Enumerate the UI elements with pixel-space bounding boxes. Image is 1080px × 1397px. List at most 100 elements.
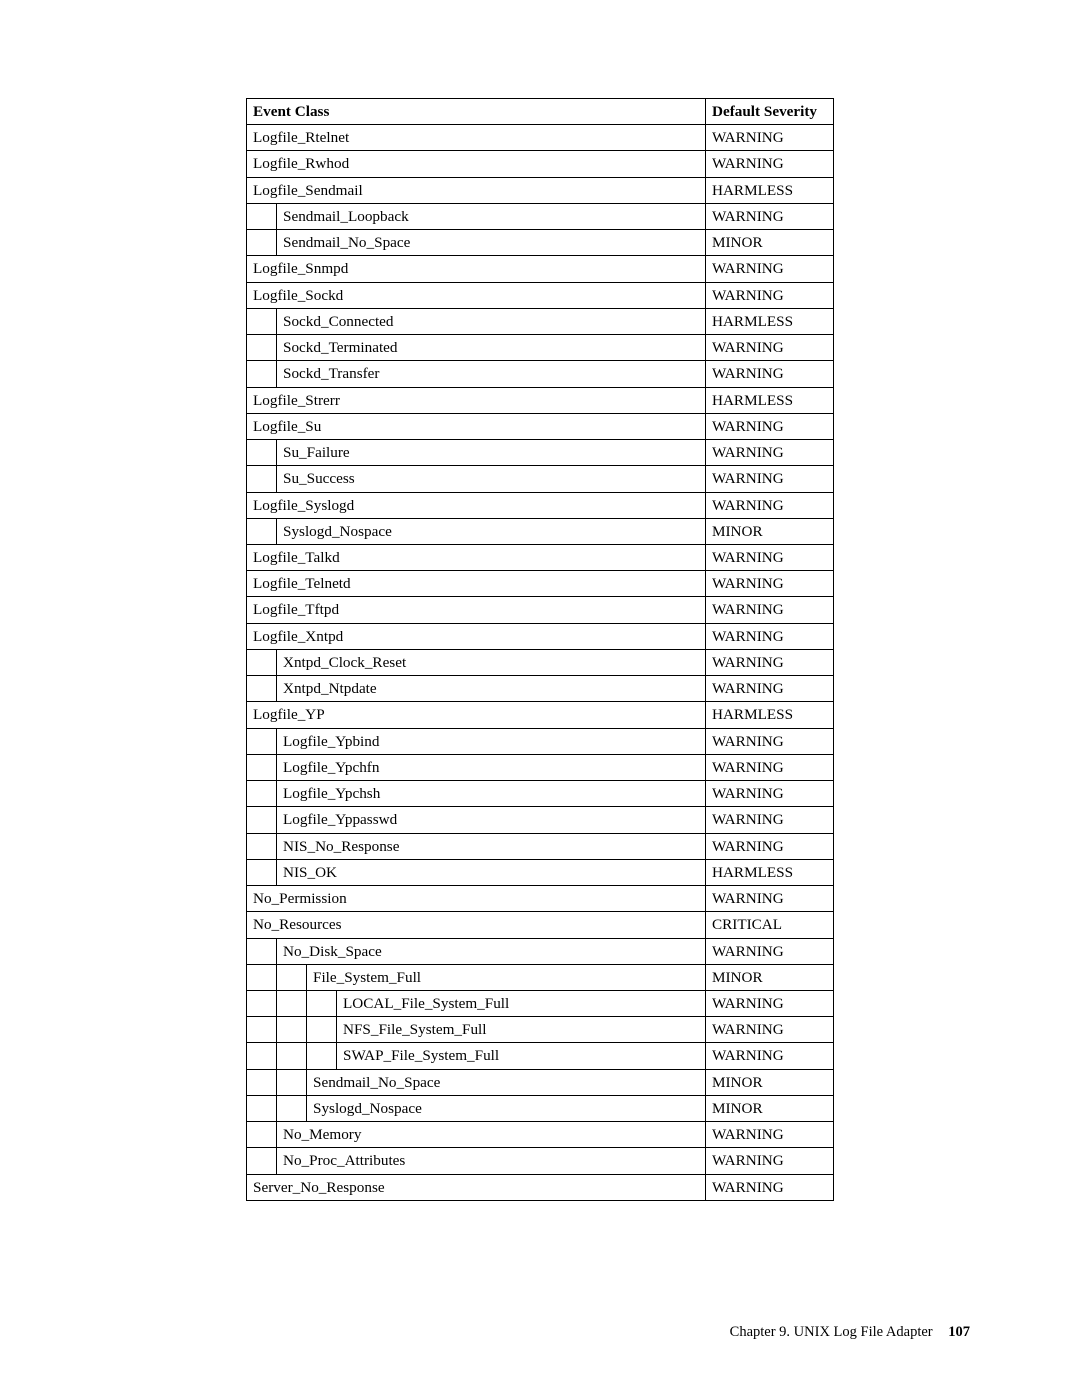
- indent-cell: [247, 990, 277, 1016]
- table-row: Syslogd_NospaceMINOR: [247, 518, 834, 544]
- table-row: Logfile_TalkdWARNING: [247, 544, 834, 570]
- event-class-cell: Logfile_Yppasswd: [277, 807, 706, 833]
- severity-cell: WARNING: [706, 623, 834, 649]
- indent-cell: [247, 728, 277, 754]
- event-class-cell: Logfile_Telnetd: [247, 571, 706, 597]
- indent-cell: [247, 833, 277, 859]
- event-class-cell: Sendmail_No_Space: [277, 230, 706, 256]
- severity-cell: WARNING: [706, 125, 834, 151]
- severity-cell: MINOR: [706, 230, 834, 256]
- indent-cell: [247, 466, 277, 492]
- event-class-cell: Sockd_Terminated: [277, 335, 706, 361]
- event-class-cell: Server_No_Response: [247, 1174, 706, 1200]
- table-row: Server_No_ResponseWARNING: [247, 1174, 834, 1200]
- event-class-cell: Sendmail_Loopback: [277, 203, 706, 229]
- severity-cell: WARNING: [706, 1174, 834, 1200]
- severity-cell: WARNING: [706, 833, 834, 859]
- severity-cell: MINOR: [706, 1095, 834, 1121]
- indent-cell: [247, 335, 277, 361]
- table-row: Xntpd_Clock_ResetWARNING: [247, 649, 834, 675]
- severity-cell: WARNING: [706, 649, 834, 675]
- indent-cell: [247, 1122, 277, 1148]
- severity-cell: MINOR: [706, 964, 834, 990]
- table-row: No_ResourcesCRITICAL: [247, 912, 834, 938]
- event-class-cell: Syslogd_Nospace: [277, 518, 706, 544]
- severity-cell: WARNING: [706, 466, 834, 492]
- event-class-cell: No_Resources: [247, 912, 706, 938]
- severity-cell: WARNING: [706, 1017, 834, 1043]
- event-class-cell: No_Proc_Attributes: [277, 1148, 706, 1174]
- table-row: Su_SuccessWARNING: [247, 466, 834, 492]
- table-row: Sendmail_No_SpaceMINOR: [247, 1069, 834, 1095]
- indent-cell: [307, 1017, 337, 1043]
- header-default-severity: Default Severity: [706, 99, 834, 125]
- table-row: Sendmail_No_SpaceMINOR: [247, 230, 834, 256]
- footer-page-number: 107: [948, 1324, 970, 1340]
- event-class-cell: Logfile_Ypchsh: [277, 781, 706, 807]
- table-row: Logfile_SnmpdWARNING: [247, 256, 834, 282]
- indent-cell: [277, 1017, 307, 1043]
- table-row: File_System_FullMINOR: [247, 964, 834, 990]
- event-class-cell: Syslogd_Nospace: [307, 1095, 706, 1121]
- event-class-cell: Su_Success: [277, 466, 706, 492]
- table-row: Logfile_YpbindWARNING: [247, 728, 834, 754]
- severity-cell: CRITICAL: [706, 912, 834, 938]
- table-row: No_PermissionWARNING: [247, 886, 834, 912]
- table-row: Sockd_TerminatedWARNING: [247, 335, 834, 361]
- event-class-cell: Logfile_Strerr: [247, 387, 706, 413]
- severity-cell: HARMLESS: [706, 177, 834, 203]
- table-row: Logfile_YpchfnWARNING: [247, 754, 834, 780]
- table-row: LOCAL_File_System_FullWARNING: [247, 990, 834, 1016]
- severity-cell: WARNING: [706, 886, 834, 912]
- event-class-cell: Logfile_Talkd: [247, 544, 706, 570]
- severity-cell: WARNING: [706, 754, 834, 780]
- severity-cell: WARNING: [706, 571, 834, 597]
- indent-cell: [247, 1069, 277, 1095]
- table-row: Logfile_YppasswdWARNING: [247, 807, 834, 833]
- severity-cell: HARMLESS: [706, 308, 834, 334]
- severity-cell: WARNING: [706, 728, 834, 754]
- severity-cell: WARNING: [706, 282, 834, 308]
- severity-cell: WARNING: [706, 676, 834, 702]
- indent-cell: [247, 938, 277, 964]
- event-class-cell: Logfile_Rtelnet: [247, 125, 706, 151]
- severity-cell: WARNING: [706, 781, 834, 807]
- table-row: Logfile_SyslogdWARNING: [247, 492, 834, 518]
- event-class-cell: Sockd_Connected: [277, 308, 706, 334]
- event-class-cell: Logfile_Syslogd: [247, 492, 706, 518]
- indent-cell: [247, 308, 277, 334]
- severity-cell: WARNING: [706, 1122, 834, 1148]
- table-row: No_Proc_AttributesWARNING: [247, 1148, 834, 1174]
- indent-cell: [247, 781, 277, 807]
- severity-cell: WARNING: [706, 151, 834, 177]
- table-row: Syslogd_NospaceMINOR: [247, 1095, 834, 1121]
- table-row: Logfile_XntpdWARNING: [247, 623, 834, 649]
- severity-cell: WARNING: [706, 361, 834, 387]
- event-class-cell: Logfile_Snmpd: [247, 256, 706, 282]
- indent-cell: [247, 1148, 277, 1174]
- event-class-table: Event Class Default Severity Logfile_Rte…: [246, 98, 834, 1201]
- table-row: NIS_No_ResponseWARNING: [247, 833, 834, 859]
- table-row: Logfile_SockdWARNING: [247, 282, 834, 308]
- table-row: Logfile_TelnetdWARNING: [247, 571, 834, 597]
- table-row: Logfile_SendmailHARMLESS: [247, 177, 834, 203]
- event-class-cell: NIS_No_Response: [277, 833, 706, 859]
- table-row: Su_FailureWARNING: [247, 440, 834, 466]
- event-class-cell: Logfile_Sockd: [247, 282, 706, 308]
- event-class-cell: Logfile_Su: [247, 413, 706, 439]
- indent-cell: [247, 754, 277, 780]
- severity-cell: HARMLESS: [706, 702, 834, 728]
- table-row: NIS_OKHARMLESS: [247, 859, 834, 885]
- table-row: Xntpd_NtpdateWARNING: [247, 676, 834, 702]
- severity-cell: WARNING: [706, 597, 834, 623]
- page-footer: Chapter 9. UNIX Log File Adapter 107: [382, 1324, 970, 1341]
- header-event-class: Event Class: [247, 99, 706, 125]
- table-row: Logfile_YpchshWARNING: [247, 781, 834, 807]
- indent-cell: [247, 807, 277, 833]
- table-row: NFS_File_System_FullWARNING: [247, 1017, 834, 1043]
- indent-cell: [247, 649, 277, 675]
- indent-cell: [307, 990, 337, 1016]
- event-class-cell: Logfile_Tftpd: [247, 597, 706, 623]
- severity-cell: HARMLESS: [706, 387, 834, 413]
- table-row: No_MemoryWARNING: [247, 1122, 834, 1148]
